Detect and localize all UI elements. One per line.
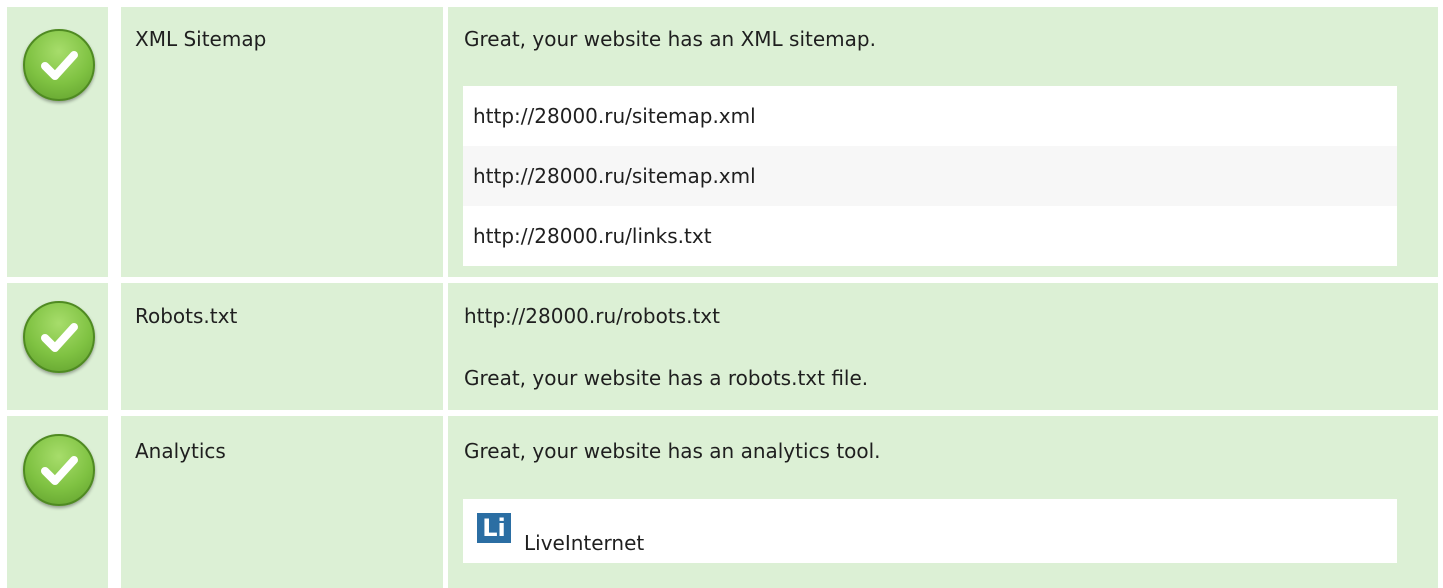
label-cell: Analytics xyxy=(121,416,443,588)
list-item: http://28000.ru/sitemap.xml xyxy=(463,146,1397,206)
analytics-message: Great, your website has an analytics too… xyxy=(464,439,881,463)
robots-url[interactable]: http://28000.ru/robots.txt xyxy=(464,304,720,328)
status-cell xyxy=(7,283,108,410)
check-icon xyxy=(23,29,95,101)
sitemap-url[interactable]: http://28000.ru/links.txt xyxy=(473,224,712,248)
label-cell: Robots.txt xyxy=(121,283,443,410)
status-cell xyxy=(7,416,108,588)
sitemap-message: Great, your website has an XML sitemap. xyxy=(464,27,876,51)
row-label: XML Sitemap xyxy=(135,27,267,51)
list-item: http://28000.ru/links.txt xyxy=(463,206,1397,266)
row-label: Robots.txt xyxy=(135,304,238,328)
liveinternet-logo-icon: Li xyxy=(477,513,511,543)
sitemap-url[interactable]: http://28000.ru/sitemap.xml xyxy=(473,104,756,128)
label-cell: XML Sitemap xyxy=(121,7,443,277)
status-cell xyxy=(7,7,108,277)
check-icon xyxy=(23,434,95,506)
row-label: Analytics xyxy=(135,439,226,463)
content-cell: http://28000.ru/robots.txt Great, your w… xyxy=(448,283,1438,410)
check-icon xyxy=(23,301,95,373)
list-item: http://28000.ru/sitemap.xml xyxy=(463,86,1397,146)
robots-message: Great, your website has a robots.txt fil… xyxy=(464,366,869,390)
sitemap-url[interactable]: http://28000.ru/sitemap.xml xyxy=(473,164,756,188)
analytics-tool-name: LiveInternet xyxy=(524,531,645,555)
